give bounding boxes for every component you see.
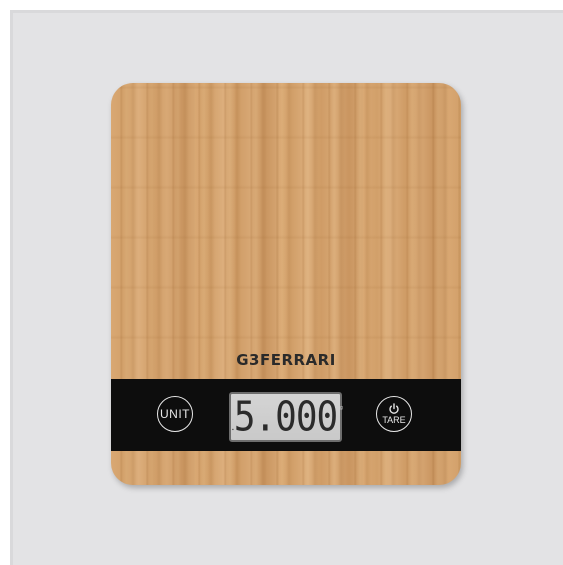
unit-indicator: g (340, 405, 343, 411)
tare-button[interactable]: TARE (376, 396, 412, 432)
minus-indicator: ▪ (232, 427, 234, 433)
power-icon (388, 403, 400, 415)
kitchen-scale: G3FERRARI UNIT 5.000 g ▪ TARE (111, 83, 461, 485)
tare-button-label: TARE (382, 415, 406, 425)
brand-logo: G3FERRARI (236, 351, 336, 369)
weight-reading: 5.000 (233, 393, 338, 441)
unit-button[interactable]: UNIT (157, 396, 193, 432)
unit-button-label: UNIT (160, 407, 190, 421)
lcd-display: 5.000 (229, 392, 342, 442)
